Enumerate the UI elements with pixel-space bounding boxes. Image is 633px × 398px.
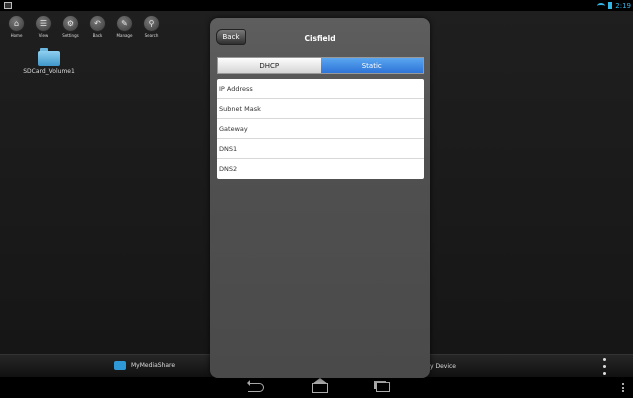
dns1-field[interactable]: DNS1 bbox=[217, 139, 424, 159]
toolbar: ⌂ Home ☰ View ⚙ Settings ↶ Back ✎ Manage… bbox=[6, 15, 162, 38]
gear-icon: ⚙ bbox=[62, 15, 79, 32]
ip-address-field[interactable]: IP Address bbox=[217, 79, 424, 99]
toolbar-label: Manage bbox=[116, 33, 133, 38]
toolbar-label: Home bbox=[10, 33, 23, 38]
list-icon: ☰ bbox=[35, 15, 52, 32]
toolbar-home-button[interactable]: ⌂ Home bbox=[6, 15, 27, 38]
toolbar-label: Back bbox=[92, 33, 103, 38]
battery-icon bbox=[608, 2, 613, 9]
toolbar-settings-button[interactable]: ⚙ Settings bbox=[60, 15, 81, 38]
folder-icon bbox=[38, 48, 60, 66]
clock: 2:19 bbox=[615, 1, 631, 10]
home-icon: ⌂ bbox=[8, 15, 25, 32]
tab-static[interactable]: Static bbox=[320, 58, 423, 73]
mymediashare-button[interactable]: MyMediaShare bbox=[114, 361, 175, 370]
tab-dhcp[interactable]: DHCP bbox=[218, 58, 321, 73]
gateway-field[interactable]: Gateway bbox=[217, 119, 424, 139]
nav-recent-apps-icon[interactable] bbox=[376, 382, 390, 392]
ip-mode-segmented-control: DHCP Static bbox=[217, 57, 424, 74]
toolbar-label: Settings bbox=[62, 33, 79, 38]
nav-menu-icon[interactable] bbox=[622, 383, 625, 392]
nav-home-icon[interactable] bbox=[312, 383, 328, 393]
back-arrow-icon: ↶ bbox=[89, 15, 106, 32]
edit-icon: ✎ bbox=[116, 15, 133, 32]
toolbar-view-button[interactable]: ☰ View bbox=[33, 15, 54, 38]
overflow-menu-button[interactable] bbox=[600, 358, 608, 375]
toolbar-label: Search bbox=[144, 33, 159, 38]
share-label: MyMediaShare bbox=[131, 362, 176, 369]
folder-sdcard-volume1[interactable]: SDCard_Volume1 bbox=[23, 48, 75, 75]
dialog-title: Cisfield bbox=[304, 34, 336, 43]
search-icon: ⚲ bbox=[143, 15, 160, 32]
toolbar-back-button[interactable]: ↶ Back bbox=[87, 15, 108, 38]
subnet-mask-field[interactable]: Subnet Mask bbox=[217, 99, 424, 119]
status-right: 2:19 bbox=[597, 0, 631, 11]
network-settings-dialog: Back Cisfield DHCP Static IP Address Sub… bbox=[210, 18, 430, 378]
dns2-field[interactable]: DNS2 bbox=[217, 159, 424, 179]
navigation-bar bbox=[0, 377, 633, 398]
device-button[interactable]: y Device bbox=[430, 363, 456, 370]
notification-app-icon bbox=[4, 2, 12, 9]
toolbar-label: View bbox=[38, 33, 49, 38]
toolbar-manage-button[interactable]: ✎ Manage bbox=[114, 15, 135, 38]
status-bar: 2:19 bbox=[0, 0, 633, 11]
folder-label: SDCard_Volume1 bbox=[23, 68, 75, 75]
static-ip-fields: IP Address Subnet Mask Gateway DNS1 DNS2 bbox=[217, 79, 424, 179]
wifi-icon bbox=[597, 2, 606, 9]
media-share-icon bbox=[114, 361, 126, 370]
toolbar-search-button[interactable]: ⚲ Search bbox=[141, 15, 162, 38]
nav-back-icon[interactable] bbox=[247, 380, 264, 392]
